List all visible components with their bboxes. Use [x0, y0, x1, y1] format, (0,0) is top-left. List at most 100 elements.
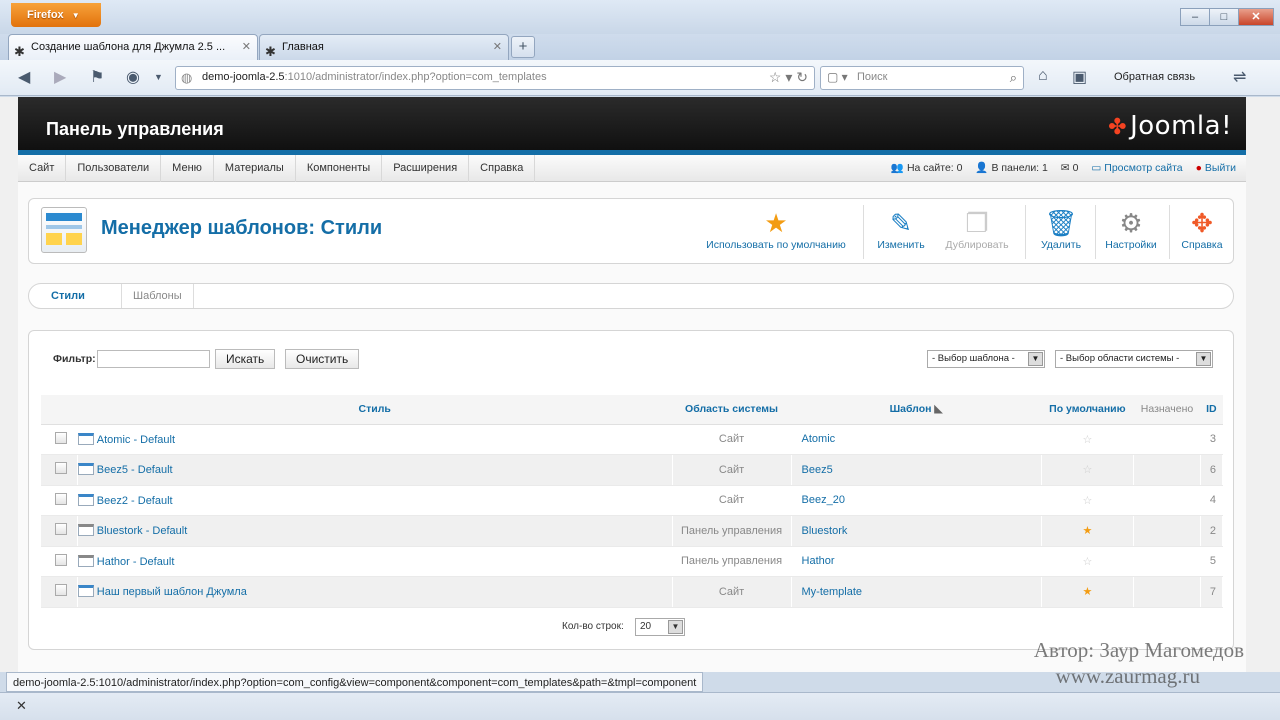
menu-item-help[interactable]: Справка [469, 155, 536, 182]
location-cell: Сайт [672, 485, 792, 516]
clear-button[interactable]: Очистить [285, 349, 360, 369]
page-viewport: Панель управления ✤ Joomla! Сайт Пользова… [0, 97, 1280, 672]
template-manager-icon [41, 207, 87, 253]
search-icon[interactable]: ⌕ [1010, 70, 1017, 86]
assigned-cell [1133, 576, 1201, 608]
edit-button[interactable]: ✎ Изменить [871, 207, 931, 251]
search-bar[interactable]: ▢ ▾ Поиск ⌕ [820, 66, 1024, 90]
menu-item-extensions[interactable]: Расширения [382, 155, 470, 182]
messages-icon: ✉ [1060, 162, 1070, 174]
row-checkbox[interactable] [55, 492, 67, 505]
default-star-off-icon[interactable]: ☆ [1041, 546, 1135, 577]
tab-home[interactable]: ✱ Главная ✕ [259, 34, 509, 60]
more-tools-icon[interactable]: ⇌ [1233, 67, 1246, 87]
window-titlebar: Firefox ▼ – □ ✕ [0, 0, 1280, 34]
template-link[interactable]: Hathor [791, 546, 1042, 577]
minimize-icon[interactable]: – [1180, 8, 1210, 26]
menu-item-menus[interactable]: Меню [161, 155, 214, 182]
page-title: Менеджер шаблонов: Стили [101, 217, 383, 239]
template-filter-select[interactable]: - Выбор шаблона - ▼ [927, 350, 1045, 368]
default-star-off-icon[interactable]: ☆ [1041, 424, 1135, 455]
close-tab-icon[interactable]: ✕ [242, 35, 251, 59]
default-star-on-icon: ★ [1041, 576, 1135, 608]
column-header-location[interactable]: Область системы [672, 395, 792, 425]
new-tab-button[interactable]: + [511, 36, 535, 58]
default-star-off-icon[interactable]: ☆ [1041, 485, 1135, 516]
close-addon-bar-icon[interactable]: ✕ [16, 698, 27, 714]
logout-link[interactable]: Выйти [1205, 162, 1236, 174]
template-link[interactable]: My-template [791, 576, 1042, 608]
make-default-button[interactable]: ★ Использовать по умолчанию [699, 207, 853, 251]
options-button[interactable]: ⚙ Настройки [1099, 207, 1163, 251]
style-link[interactable]: Beez2 - Default [97, 495, 173, 507]
site-template-icon [77, 493, 94, 506]
dropdown-chevron-icon[interactable]: ▼ [154, 72, 163, 82]
location-filter-select[interactable]: - Выбор области системы - ▼ [1055, 350, 1213, 368]
filter-label: Фильтр: [53, 353, 96, 365]
page-toolbar: Менеджер шаблонов: Стили ★ Использовать … [28, 198, 1234, 264]
delete-button[interactable]: 🗑 Удалить [1033, 207, 1089, 251]
close-tab-icon[interactable]: ✕ [493, 35, 502, 59]
tab-create-template[interactable]: ✱ Создание шаблона для Джумла 2.5 ... ✕ [8, 34, 258, 60]
url-bar[interactable]: ◍ demo-joomla-2.5:1010/administrator/ind… [175, 66, 815, 90]
tab-templates[interactable]: Шаблоны [121, 284, 194, 308]
default-star-on-icon: ★ [1041, 515, 1135, 547]
bookmark-star-icon[interactable]: ☆ ▾ ↻ [769, 69, 808, 86]
row-checkbox[interactable] [55, 431, 67, 444]
home-icon[interactable]: ⌂ [1038, 67, 1048, 85]
row-checkbox[interactable] [55, 462, 67, 475]
header-title: Панель управления [46, 119, 224, 139]
column-header-style[interactable]: Стиль [77, 395, 673, 425]
style-link[interactable]: Atomic - Default [97, 434, 175, 446]
id-cell: 6 [1200, 454, 1224, 486]
screen-icon[interactable]: ▣ [1072, 67, 1087, 87]
duplicate-button[interactable]: ❐ Дублировать [939, 207, 1015, 251]
chevron-down-icon: ▼ [668, 620, 683, 634]
menu-item-components[interactable]: Компоненты [296, 155, 383, 182]
column-header-assigned: Назначено [1133, 395, 1201, 425]
search-button[interactable]: Искать [215, 349, 276, 369]
firefox-menu-button[interactable]: Firefox ▼ [11, 3, 101, 27]
id-cell: 2 [1200, 515, 1224, 547]
addons-icon[interactable]: ◉ [126, 67, 140, 87]
help-button[interactable]: ✥ Справка [1175, 207, 1229, 251]
filter-input[interactable] [97, 350, 210, 368]
rows-per-page-select[interactable]: 20 ▼ [635, 618, 685, 636]
menu-item-site[interactable]: Сайт [18, 155, 67, 182]
back-icon[interactable]: ◀ [18, 67, 30, 87]
view-site-link[interactable]: Просмотр сайта [1104, 162, 1182, 174]
row-checkbox[interactable] [55, 553, 67, 566]
location-cell: Панель управления [672, 546, 792, 577]
style-link[interactable]: Bluestork - Default [97, 525, 187, 537]
styles-table: Стиль Область системы Шаблон ◣ По умолча… [41, 395, 1224, 608]
tab-styles[interactable]: Стили [51, 284, 85, 308]
maximize-icon[interactable]: □ [1209, 8, 1239, 26]
forward-icon[interactable]: ▶ [54, 67, 66, 87]
menu-item-content[interactable]: Материалы [214, 155, 296, 182]
row-checkbox[interactable] [55, 523, 67, 536]
row-checkbox[interactable] [55, 584, 67, 597]
template-link[interactable]: Beez5 [791, 454, 1042, 486]
column-header-default[interactable]: По умолчанию [1041, 395, 1134, 425]
style-link[interactable]: Hathor - Default [97, 556, 175, 568]
feedback-button[interactable]: Обратная связь [1114, 71, 1195, 83]
style-link[interactable]: Beez5 - Default [97, 464, 173, 476]
bookmark-sidebar-icon[interactable]: ⚑ [90, 67, 104, 87]
close-window-icon[interactable]: ✕ [1238, 8, 1274, 26]
template-link[interactable]: Bluestork [791, 515, 1042, 547]
column-header-id[interactable]: ID [1200, 395, 1223, 425]
site-template-icon [77, 432, 94, 445]
joomla-logo-icon: ✤ [1108, 115, 1128, 140]
navigation-toolbar: ◀ ▶ ⚑ ◉ ▼ ◍ demo-joomla-2.5:1010/adminis… [0, 60, 1280, 96]
table-row: Beez5 - Default Сайт Beez5 ☆ 6 [41, 454, 1224, 486]
search-engine-icon[interactable]: ▢ ▾ [827, 70, 848, 84]
template-link[interactable]: Beez_20 [791, 485, 1042, 516]
submenu-tabs: Стили Шаблоны [28, 283, 1234, 309]
url-path: :1010/administrator/index.php?option=com… [284, 71, 547, 83]
chevron-down-icon: ▼ [1028, 352, 1043, 366]
menu-item-users[interactable]: Пользователи [66, 155, 162, 182]
template-link[interactable]: Atomic [791, 424, 1042, 455]
column-header-template[interactable]: Шаблон ◣ [791, 395, 1042, 425]
default-star-off-icon[interactable]: ☆ [1041, 454, 1135, 486]
style-link[interactable]: Наш первый шаблон Джумла [97, 586, 247, 598]
